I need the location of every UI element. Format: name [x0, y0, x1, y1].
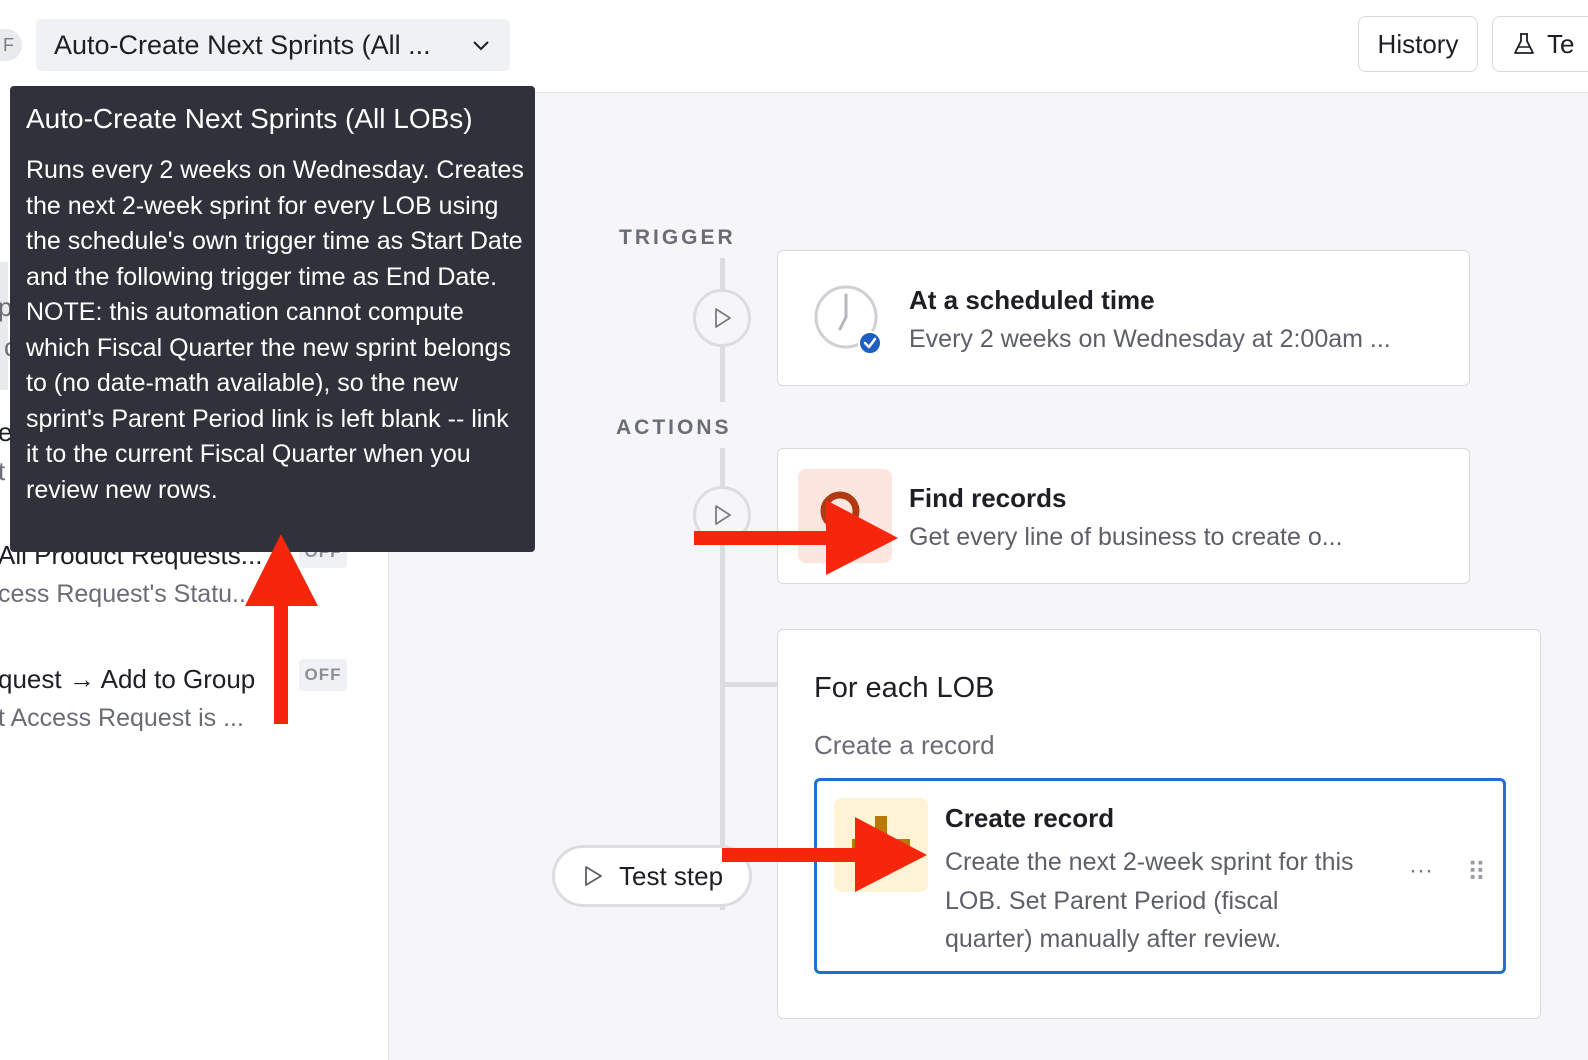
create-record-desc: Create the next 2-week sprint for this L…	[945, 848, 1354, 953]
clock-icon	[814, 285, 882, 355]
automation-selector[interactable]: Auto-Create Next Sprints (All ...	[36, 19, 510, 71]
test-step-label: Test step	[619, 860, 724, 891]
test-button[interactable]: Te	[1492, 16, 1588, 72]
for-each-group: For each LOB Create a record Create reco…	[777, 629, 1541, 1019]
history-button[interactable]: History	[1358, 16, 1478, 72]
play-icon	[715, 308, 731, 328]
sidebar-item-desc: t Access Request is ...	[0, 704, 244, 732]
automation-name: Auto-Create Next Sprints (All ...	[54, 29, 431, 60]
drag-handle-icon[interactable]: ⠿	[1467, 857, 1486, 888]
trigger-desc: Every 2 weeks on Wednesday at 2:00am ...	[909, 325, 1391, 353]
test-step-button[interactable]: Test step	[552, 845, 752, 907]
flask-icon	[1514, 33, 1534, 54]
top-bar: F Auto-Create Next Sprints (All ... Hist…	[0, 0, 1588, 93]
find-records-card[interactable]: Find records Get every line of business …	[777, 448, 1470, 584]
trigger-section-label: TRIGGER	[619, 226, 736, 249]
sidebar-item-title: quest → Add to Group	[0, 664, 256, 694]
sidebar-item[interactable]: quest → Add to Group OFF t Access Reques…	[0, 659, 388, 742]
test-label: Te	[1547, 28, 1575, 59]
chevron-down-icon	[473, 41, 489, 51]
plus-icon	[852, 816, 910, 874]
history-label: History	[1377, 28, 1459, 59]
sidebar-item-desc: cess Request's Statu...	[0, 580, 253, 608]
search-icon	[820, 491, 870, 541]
trigger-title: At a scheduled time	[909, 285, 1155, 315]
for-each-title: For each LOB	[814, 672, 995, 704]
find-records-icon-box	[798, 469, 892, 563]
create-record-card[interactable]: Create record Create the next 2-week spr…	[814, 778, 1506, 974]
selected-item-highlight	[0, 262, 8, 390]
tooltip-title: Auto-Create Next Sprints (All LOBs)	[26, 103, 473, 134]
play-icon	[715, 505, 731, 525]
more-options-icon[interactable]: ···	[1409, 857, 1433, 885]
trigger-card[interactable]: At a scheduled time Every 2 weeks on Wed…	[777, 250, 1470, 386]
create-record-icon-box	[834, 798, 928, 892]
automation-description-tooltip: Auto-Create Next Sprints (All LOBs) Runs…	[10, 86, 535, 552]
sidebar-text-fragment: t	[0, 456, 5, 487]
find-records-desc: Get every line of business to create o..…	[909, 523, 1343, 551]
loop-connector	[720, 682, 778, 687]
play-icon	[585, 866, 602, 886]
actions-section-label: ACTIONS	[616, 416, 732, 439]
create-record-title: Create record	[945, 803, 1115, 833]
for-each-subtitle: Create a record	[814, 730, 995, 760]
status-fragment: F	[3, 35, 14, 55]
status-badge: OFF	[299, 659, 347, 691]
automation-status-toggle[interactable]: F	[0, 29, 22, 61]
find-records-title: Find records	[909, 483, 1067, 513]
tooltip-body: Runs every 2 weeks on Wednesday. Creates…	[26, 156, 524, 504]
run-action-button[interactable]	[693, 486, 751, 544]
run-trigger-button[interactable]	[693, 289, 751, 347]
